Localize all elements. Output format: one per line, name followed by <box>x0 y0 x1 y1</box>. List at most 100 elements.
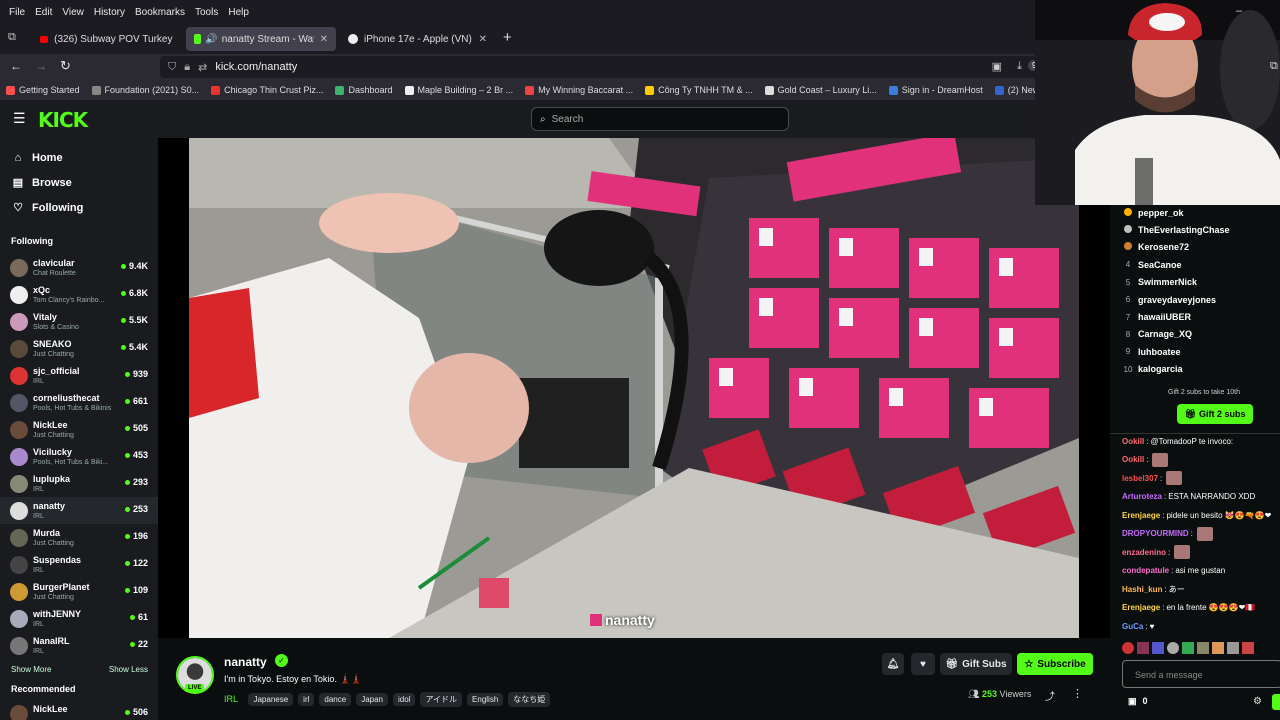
sidebar-channel[interactable]: nanatty IRL 253 <box>0 497 158 524</box>
back-icon[interactable]: ← <box>10 59 22 73</box>
sidebar-channel[interactable]: corneliusthecat Pools, Hot Tubs & Bikinis… <box>0 389 158 416</box>
category-link[interactable]: IRL <box>224 694 238 704</box>
leaderboard-entry[interactable]: pepper_ok <box>1122 204 1280 221</box>
notification-bell-button[interactable]: 🔔︎ <box>882 653 904 675</box>
menu-item-history[interactable]: History <box>89 7 130 18</box>
leaderboard-entry[interactable]: 7 hawaiiUBER <box>1122 308 1280 325</box>
points-display[interactable]: ▣ 0 <box>1128 696 1148 707</box>
chat-input[interactable]: Send a message <box>1122 660 1280 688</box>
chat-username[interactable]: DROPYOURMIND <box>1122 529 1189 538</box>
sidebar-channel[interactable]: NanaIRL IRL 22 <box>0 632 158 659</box>
leaderboard-entry[interactable]: 6 graveydaveyjones <box>1122 291 1280 308</box>
menu-item-help[interactable]: Help <box>223 7 254 18</box>
stream-tag[interactable]: irl <box>298 693 315 706</box>
menu-item-edit[interactable]: Edit <box>30 7 57 18</box>
nav-browse[interactable]: ▤ Browse <box>0 170 158 195</box>
sidebar-channel[interactable]: Suspendas IRL 122 <box>0 551 158 578</box>
sidebar-channel[interactable]: SNEAKO Just Chatting 5.4K <box>0 335 158 362</box>
search-input[interactable]: ⌕ Search <box>531 107 789 131</box>
sidebar-channel[interactable]: NickLee Just Chatting 505 <box>0 416 158 443</box>
bookmark-item[interactable]: Foundation (2021) S0... <box>86 85 206 95</box>
sidebar-channel[interactable]: BurgerPlanet Just Chatting 109 <box>0 578 158 605</box>
leaderboard-entry[interactable]: 10 kalogarcia <box>1122 361 1280 378</box>
new-tab-icon[interactable]: + <box>503 29 512 46</box>
permissions-icon[interactable]: ⇄ <box>198 61 207 74</box>
stream-tag[interactable]: Japanese <box>248 693 294 706</box>
url-bar[interactable]: ⛉ 🔒︎ ⇄ kick.com/nanatty ▣ ⤓ 90% ☆ <box>160 56 1080 78</box>
sidebar-channel[interactable]: withJENNY IRL 61 <box>0 605 158 632</box>
stream-tag[interactable]: ななち姫 <box>508 692 551 707</box>
hamburger-menu-icon[interactable]: ☰ <box>13 110 26 127</box>
nav-home[interactable]: ⌂ Home <box>0 145 158 170</box>
more-options-icon[interactable]: ⋮ <box>1072 687 1083 700</box>
chat-username[interactable]: enzadenino <box>1122 548 1166 557</box>
leaderboard-entry[interactable]: 4 SeaCanoe <box>1122 256 1280 273</box>
channel-name[interactable]: nanatty <box>224 655 267 669</box>
tab-iphone[interactable]: iPhone 17e - Apple (VN) ✕ <box>340 27 495 51</box>
chat-username[interactable]: lesbel307 <box>1122 474 1158 483</box>
menu-item-bookmarks[interactable]: Bookmarks <box>130 7 190 18</box>
speaker-icon[interactable]: 🔊 <box>205 34 217 45</box>
close-tab-icon[interactable]: ✕ <box>473 34 487 45</box>
chat-username[interactable]: condepatule <box>1122 566 1169 575</box>
forward-icon[interactable]: → <box>35 59 47 73</box>
chat-username[interactable]: Arturoteza <box>1122 492 1162 501</box>
leaderboard-entry[interactable]: TheEverlastingChase <box>1122 221 1280 238</box>
share-icon[interactable]: ⤴ <box>1045 688 1055 703</box>
chat-username[interactable]: Ookill <box>1122 455 1144 464</box>
sidebar-channel[interactable]: Murda Just Chatting 196 <box>0 524 158 551</box>
sidebar-channel[interactable]: clavicular Chat Roulette 9.4K <box>0 254 158 281</box>
stream-tag[interactable]: アイドル <box>420 692 463 707</box>
leaderboard-entry[interactable]: Kerosene72 <box>1122 239 1280 256</box>
sidebar-channel[interactable]: luplupka IRL 293 <box>0 470 158 497</box>
subscribe-button[interactable]: ☆ Subscribe <box>1017 653 1093 675</box>
sidebar-channel[interactable]: Vitaly Slots & Casino 5.5K <box>0 308 158 335</box>
gift-subs-button[interactable]: 🎁︎ Gift Subs <box>940 653 1012 675</box>
bookmark-item[interactable]: Maple Building – 2 Br ... <box>399 85 520 95</box>
tab-subway[interactable]: (326) Subway POV Turkey Italian <box>32 27 182 51</box>
chat-username[interactable]: GuCa <box>1122 622 1143 631</box>
tab-nanatty[interactable]: 🔊 nanatty Stream - Watch Live ✕ <box>186 27 336 51</box>
chat-send-button[interactable] <box>1272 694 1280 710</box>
kick-logo[interactable]: KICK <box>38 108 88 132</box>
bookmark-item[interactable]: Công Ty TNHH TM & ... <box>639 85 759 95</box>
bookmark-item[interactable]: Chicago Thin Crust Piz... <box>205 85 329 95</box>
save-icon[interactable]: ⤓ <box>1017 60 1022 73</box>
reload-icon[interactable]: ↻ <box>60 58 71 74</box>
sidebar-channel[interactable]: xQc Tom Clancy's Rainbo... 6.8K <box>0 281 158 308</box>
show-more-button[interactable]: Show More <box>11 665 51 674</box>
nav-following[interactable]: ♡ Following <box>0 195 158 220</box>
follow-heart-button[interactable]: ♥ <box>911 653 935 675</box>
leaderboard-entry[interactable]: 8 Carnage_XQ <box>1122 326 1280 343</box>
sidebar-channel[interactable]: sjc_official IRL 939 <box>0 362 158 389</box>
stream-tag[interactable]: dance <box>319 693 352 706</box>
chat-username[interactable]: Ookill <box>1122 437 1144 446</box>
sidebar-channel[interactable]: NickLee 506 <box>0 700 158 720</box>
bookmark-item[interactable]: My Winning Baccarat ... <box>519 85 639 95</box>
bookmark-item[interactable]: Getting Started <box>0 85 86 95</box>
sidebar-channel[interactable]: Vicilucky Pools, Hot Tubs & Biki... 453 <box>0 443 158 470</box>
gift-2-subs-button[interactable]: 🎁︎ Gift 2 subs <box>1177 404 1253 424</box>
menu-item-view[interactable]: View <box>57 7 89 18</box>
chat-username[interactable]: Erenjaege <box>1122 511 1160 520</box>
extensions-icon[interactable]: ⧉ <box>1270 60 1278 73</box>
bookmark-item[interactable]: Sign in - DreamHost <box>883 85 989 95</box>
menu-item-file[interactable]: File <box>4 7 30 18</box>
show-less-button[interactable]: Show Less <box>109 665 148 674</box>
chat-username[interactable]: Erenjaege <box>1122 603 1160 612</box>
chat-settings-icon[interactable]: ⚙ <box>1253 696 1262 707</box>
leaderboard-entry[interactable]: 5 SwimmerNick <box>1122 274 1280 291</box>
bookmark-item[interactable]: Gold Coast – Luxury Li... <box>759 85 883 95</box>
bookmark-item[interactable]: Dashboard <box>329 85 398 95</box>
stream-tag[interactable]: Japan <box>356 693 388 706</box>
leaderboard-entry[interactable]: 9 luhboatee <box>1122 343 1280 360</box>
menu-item-tools[interactable]: Tools <box>190 7 223 18</box>
stream-tag[interactable]: idol <box>392 693 416 706</box>
minimize-window-icon[interactable]: – <box>1236 5 1242 17</box>
chat-username[interactable]: Hashi_kun <box>1122 585 1162 594</box>
stream-tag[interactable]: English <box>467 693 504 706</box>
tab-list-icon[interactable]: ⧉ <box>8 31 16 44</box>
close-tab-icon[interactable]: ✕ <box>314 34 328 45</box>
stream-video[interactable] <box>189 138 1079 638</box>
reader-view-icon[interactable]: ▣ <box>992 60 1002 73</box>
